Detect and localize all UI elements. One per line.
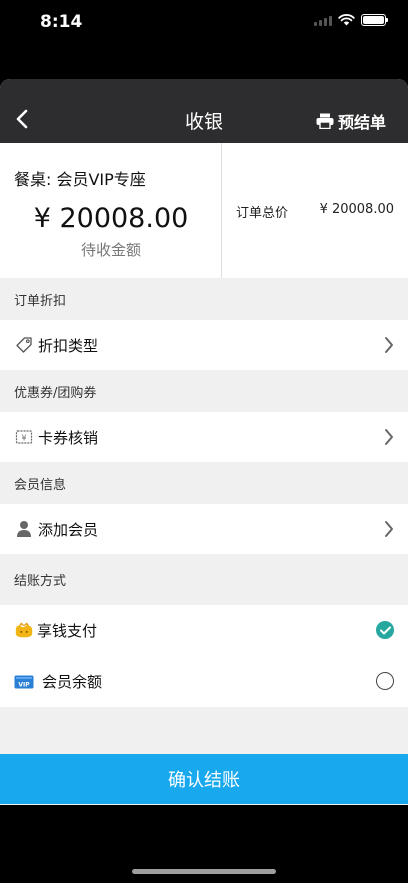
- payment-method-xiangqian[interactable]: 享钱支付: [0, 605, 408, 656]
- wifi-icon: [338, 14, 355, 26]
- chevron-right-icon: [385, 337, 393, 353]
- signal-icon: [314, 14, 332, 26]
- summary-right: 订单总价 ¥ 20008.00: [222, 143, 408, 278]
- coupon-verify-row[interactable]: ¥ 卡券核销: [0, 412, 408, 462]
- checkout-sheet: 收银 预结单 餐桌: 会员VIP专座 ¥ 20008.00 待收金额 订单总价 …: [0, 79, 408, 805]
- chevron-right-icon: [385, 521, 393, 537]
- section-header-member: 会员信息: [0, 462, 408, 504]
- tag-icon: [14, 335, 34, 355]
- radio-unselected-icon[interactable]: [376, 672, 394, 690]
- table-name: 餐桌: 会员VIP专座: [14, 170, 146, 189]
- pre-settle-button[interactable]: 预结单: [316, 109, 386, 133]
- order-summary: 餐桌: 会员VIP专座 ¥ 20008.00 待收金额 订单总价 ¥ 20008…: [0, 143, 408, 278]
- section-header-coupon: 优惠券/团购券: [0, 370, 408, 412]
- vip-card-icon: VIP: [14, 672, 34, 692]
- section-header-payment: 结账方式: [0, 554, 408, 605]
- payment-method-member-balance[interactable]: VIP 会员余额: [0, 656, 408, 707]
- svg-text:¥: ¥: [21, 434, 26, 443]
- coupon-icon: ¥: [14, 427, 34, 447]
- amount-due: ¥ 20008.00: [33, 203, 189, 234]
- user-icon: [14, 519, 34, 539]
- home-indicator: [132, 869, 276, 874]
- svg-text:VIP: VIP: [18, 681, 30, 688]
- add-member-row[interactable]: 添加会员: [0, 504, 408, 554]
- xiangqian-pay-icon: [14, 621, 34, 641]
- chevron-right-icon: [385, 429, 393, 445]
- pre-settle-label: 预结单: [337, 113, 386, 132]
- section-header-discount: 订单折扣: [0, 278, 408, 320]
- confirm-checkout-button[interactable]: 确认结账: [0, 754, 408, 804]
- amount-due-label: 待收金额: [80, 241, 141, 259]
- page-title: 收银: [184, 110, 223, 133]
- coupon-verify-label: 卡券核销: [38, 428, 99, 447]
- add-member-label: 添加会员: [38, 520, 99, 539]
- discount-type-row[interactable]: 折扣类型: [0, 320, 408, 370]
- payment-method-label: 享钱支付: [37, 622, 98, 640]
- status-time: 8:14: [40, 12, 83, 32]
- order-total-label: 订单总价: [236, 206, 289, 221]
- order-total-value: ¥ 20008.00: [319, 202, 394, 217]
- printer-icon: [316, 113, 334, 129]
- payment-method-label: 会员余额: [42, 673, 103, 691]
- discount-type-label: 折扣类型: [38, 336, 99, 355]
- nav-bar: 收银 预结单: [0, 79, 408, 143]
- battery-icon: [361, 14, 388, 26]
- chevron-left-icon: [16, 109, 28, 129]
- summary-left: 餐桌: 会员VIP专座 ¥ 20008.00 待收金额: [0, 143, 222, 278]
- status-icons: [314, 14, 388, 26]
- status-bar: 8:14: [0, 0, 408, 48]
- checkmark-selected-icon[interactable]: [376, 621, 394, 639]
- back-button[interactable]: [12, 108, 32, 130]
